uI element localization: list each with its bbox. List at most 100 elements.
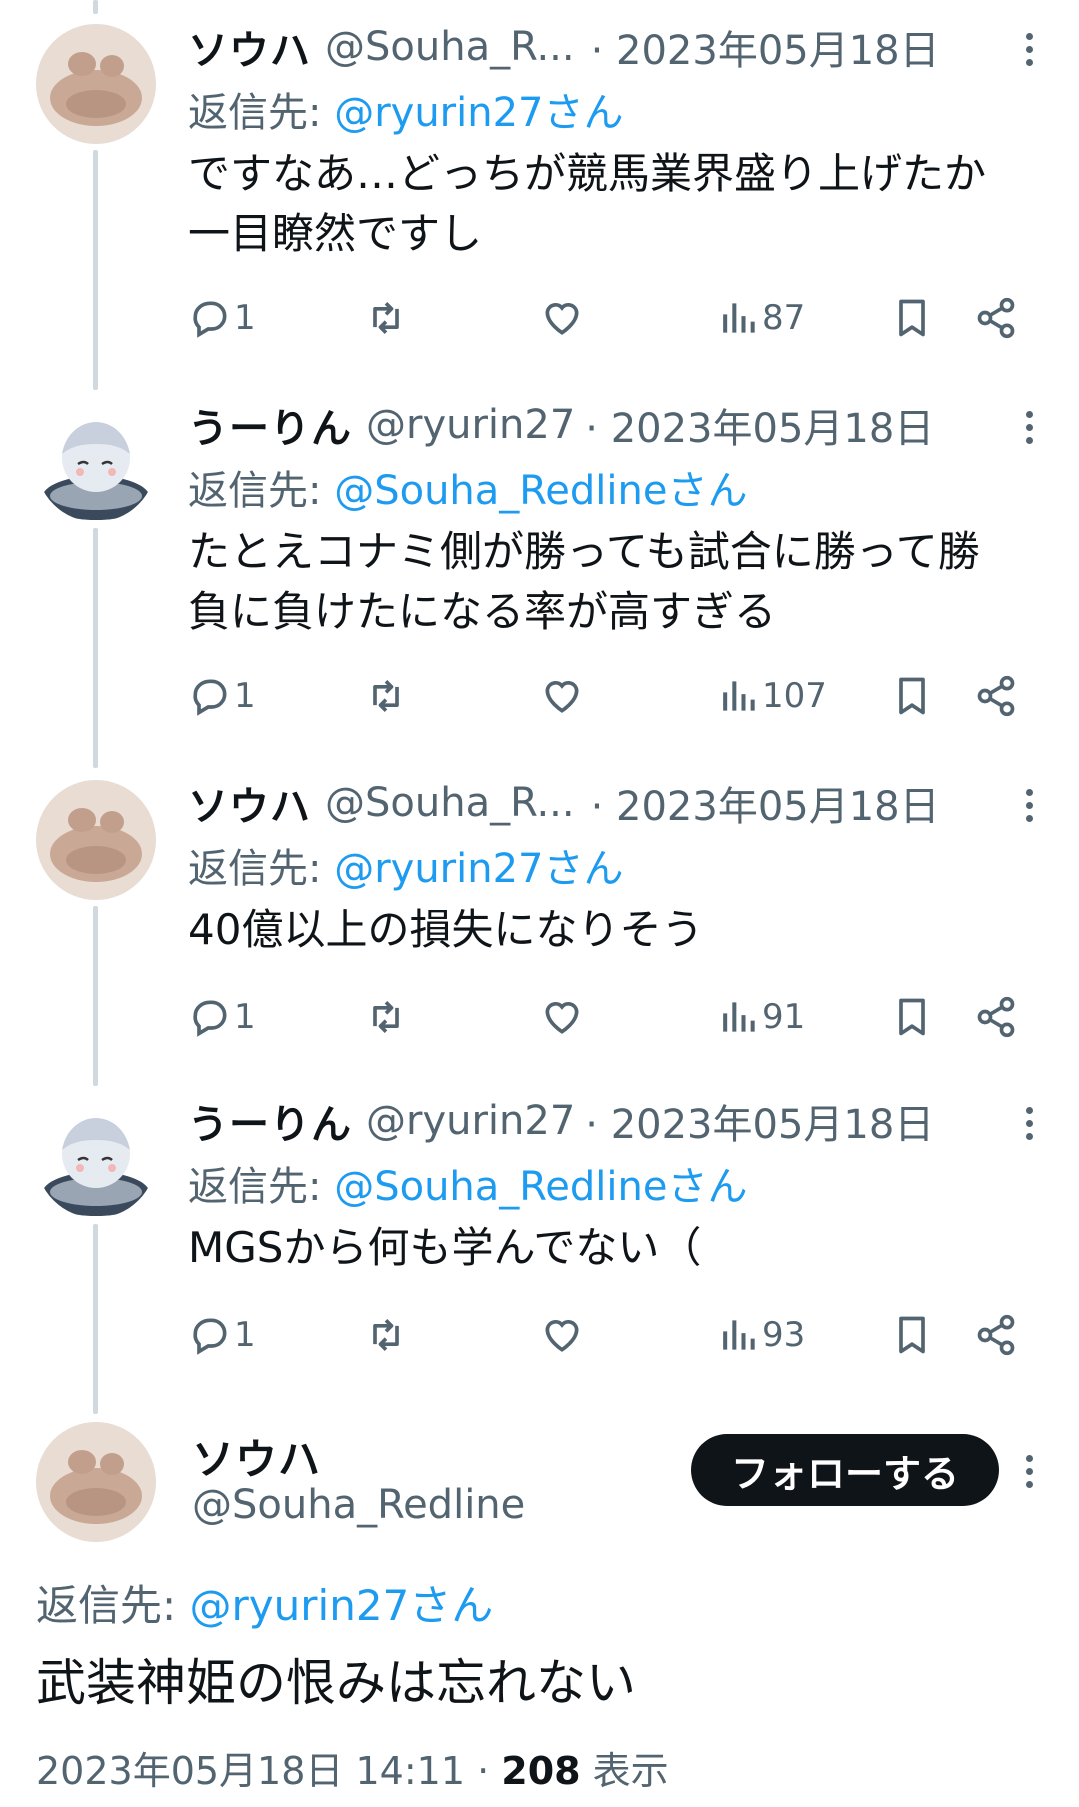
bookmark-icon bbox=[890, 1313, 934, 1357]
retweet-button[interactable] bbox=[364, 293, 408, 343]
author-name[interactable]: ソウハ bbox=[188, 18, 311, 76]
reply-count: 1 bbox=[234, 676, 256, 716]
share-icon bbox=[974, 296, 1018, 340]
retweet-button[interactable] bbox=[364, 1310, 408, 1360]
tweet-date[interactable]: · 2023年05月18日 bbox=[585, 1092, 934, 1150]
bookmark-icon bbox=[890, 995, 934, 1039]
tweet-date[interactable]: · 2023年05月18日 bbox=[591, 774, 940, 832]
views-count: 91 bbox=[762, 997, 806, 1037]
reply-prefix: 返信先: bbox=[188, 468, 335, 514]
share-icon bbox=[974, 995, 1018, 1039]
share-icon bbox=[974, 674, 1018, 718]
reply-icon bbox=[188, 296, 232, 340]
views-button[interactable]: 107 bbox=[716, 671, 827, 721]
reply-count: 1 bbox=[234, 298, 256, 338]
tweet-text-line: 負に負けたになる率が高すぎる bbox=[188, 587, 777, 636]
more-icon[interactable] bbox=[1019, 780, 1039, 830]
share-button[interactable] bbox=[974, 1310, 1018, 1360]
author-name[interactable]: うーりん bbox=[188, 1092, 352, 1150]
reply-button[interactable]: 1 bbox=[188, 992, 256, 1042]
author-handle[interactable]: @ryurin27 bbox=[366, 402, 575, 448]
like-icon bbox=[540, 1313, 584, 1357]
author-name[interactable]: ソウハ bbox=[188, 774, 311, 832]
retweet-icon bbox=[364, 995, 408, 1039]
author-handle[interactable]: @ryurin27 bbox=[366, 1098, 575, 1144]
views-icon bbox=[716, 1313, 760, 1357]
like-button[interactable] bbox=[540, 671, 584, 721]
reply-prefix: 返信先: bbox=[188, 846, 335, 892]
retweet-icon bbox=[364, 674, 408, 718]
views-count: 87 bbox=[762, 298, 806, 338]
reply-icon bbox=[188, 1313, 232, 1357]
views-icon bbox=[716, 674, 760, 718]
tweet-actions: 1 87 bbox=[188, 293, 1028, 343]
share-button[interactable] bbox=[974, 293, 1018, 343]
thread-line bbox=[93, 150, 98, 390]
tweet-text: 武装神姫の恨みは忘れない bbox=[36, 1654, 636, 1712]
author-handle[interactable]: @Souha_Redline bbox=[192, 1482, 525, 1528]
avatar[interactable] bbox=[36, 402, 156, 522]
tweet-text: ですなあ…どっちが競馬業界盛り上げたか 一目瞭然ですし bbox=[188, 144, 1038, 264]
views-button[interactable]: 91 bbox=[716, 992, 805, 1042]
retweet-button[interactable] bbox=[364, 992, 408, 1042]
share-button[interactable] bbox=[974, 992, 1018, 1042]
bookmark-button[interactable] bbox=[890, 671, 934, 721]
tweet-text-line: 40億以上の損失になりそう bbox=[188, 905, 704, 954]
tweet-text-line: MGSから何も学んでない（ bbox=[188, 1223, 702, 1272]
views-button[interactable]: 93 bbox=[716, 1310, 805, 1360]
tweet-date[interactable]: · 2023年05月18日 bbox=[591, 18, 940, 76]
like-button[interactable] bbox=[540, 1310, 584, 1360]
tweet-timestamp[interactable]: 2023年05月18日 14:11 · bbox=[36, 1749, 501, 1793]
tweet-text: MGSから何も学んでない（ bbox=[188, 1218, 1038, 1278]
like-icon bbox=[540, 674, 584, 718]
bookmark-icon bbox=[890, 296, 934, 340]
reply-button[interactable]: 1 bbox=[188, 671, 256, 721]
reply-prefix: 返信先: bbox=[188, 1164, 335, 1210]
more-icon[interactable] bbox=[1019, 24, 1039, 74]
avatar[interactable] bbox=[36, 24, 156, 144]
more-icon[interactable] bbox=[1019, 1446, 1039, 1496]
like-button[interactable] bbox=[540, 293, 584, 343]
bookmark-button[interactable] bbox=[890, 992, 934, 1042]
reply-to: 返信先: @ryurin27さん bbox=[36, 1572, 493, 1633]
thread-line bbox=[93, 0, 98, 14]
share-button[interactable] bbox=[974, 671, 1018, 721]
avatar[interactable] bbox=[36, 780, 156, 900]
like-button[interactable] bbox=[540, 992, 584, 1042]
reply-button[interactable]: 1 bbox=[188, 1310, 256, 1360]
more-icon[interactable] bbox=[1019, 402, 1039, 452]
reply-mention[interactable]: @ryurin27さん bbox=[334, 846, 623, 892]
avatar[interactable] bbox=[36, 1098, 156, 1218]
tweet-actions: 1 93 bbox=[188, 1310, 1028, 1360]
reply-prefix: 返信先: bbox=[36, 1581, 190, 1630]
tweet-text-line: ですなあ…どっちが競馬業界盛り上げたか bbox=[188, 149, 987, 198]
reply-to: 返信先: @Souha_Redlineさん bbox=[188, 1154, 747, 1212]
bookmark-button[interactable] bbox=[890, 1310, 934, 1360]
reply-mention[interactable]: @ryurin27さん bbox=[334, 90, 623, 136]
reply-mention[interactable]: @Souha_Redlineさん bbox=[334, 468, 747, 514]
thread-line bbox=[93, 1224, 98, 1414]
reply-count: 1 bbox=[234, 1315, 256, 1355]
main-tweet: ソウハ @Souha_Redline フォローする 返信先: @ryurin27… bbox=[0, 1420, 1079, 1807]
bookmark-button[interactable] bbox=[890, 293, 934, 343]
retweet-button[interactable] bbox=[364, 671, 408, 721]
reply-mention[interactable]: @ryurin27さん bbox=[190, 1581, 494, 1630]
views-button[interactable]: 87 bbox=[716, 293, 805, 343]
tweet-text-line: 一目瞭然ですし bbox=[188, 209, 483, 258]
reply-button[interactable]: 1 bbox=[188, 293, 256, 343]
follow-button[interactable]: フォローする bbox=[690, 1434, 999, 1506]
reply-mention[interactable]: @Souha_Redlineさん bbox=[334, 1164, 747, 1210]
reply-icon bbox=[188, 674, 232, 718]
retweet-icon bbox=[364, 1313, 408, 1357]
views-icon bbox=[716, 995, 760, 1039]
author-handle[interactable]: @Souha_R... bbox=[325, 780, 575, 826]
bookmark-icon bbox=[890, 674, 934, 718]
author-name[interactable]: うーりん bbox=[188, 396, 352, 454]
tweet-actions: 1 91 bbox=[188, 992, 1028, 1042]
more-icon[interactable] bbox=[1019, 1098, 1039, 1148]
author-handle[interactable]: @Souha_R... bbox=[325, 24, 575, 70]
tweet-date[interactable]: · 2023年05月18日 bbox=[585, 396, 934, 454]
avatar[interactable] bbox=[36, 1422, 156, 1542]
author-name[interactable]: ソウハ bbox=[192, 1426, 321, 1487]
reply-icon bbox=[188, 995, 232, 1039]
